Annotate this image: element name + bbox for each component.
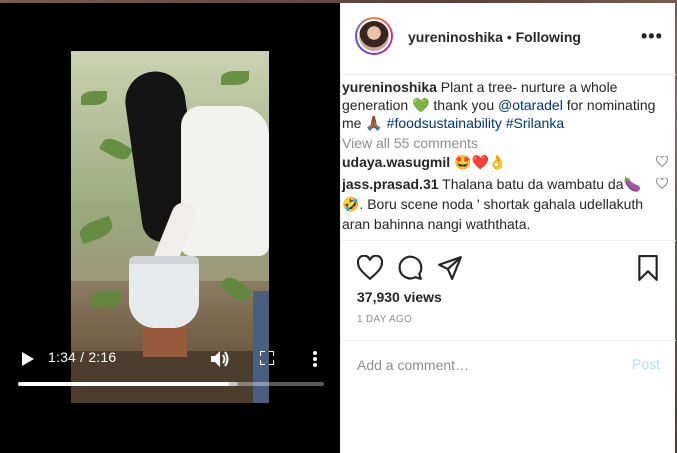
view-all-comments-link[interactable]: View all 55 comments: [342, 134, 664, 152]
video-player[interactable]: 1:34 / 2:16: [0, 3, 340, 453]
green-heart-emoji: 💚: [412, 97, 430, 113]
pray-emoji: 🙏🏾: [365, 115, 383, 131]
comments-section: yureninoshika Plant a tree- nurture a wh…: [341, 75, 676, 241]
avatar[interactable]: [355, 17, 393, 55]
video-time: 1:34 / 2:16: [48, 349, 117, 365]
avatar-image: [359, 21, 389, 51]
volume-icon[interactable]: [210, 350, 230, 368]
comment-input[interactable]: [357, 355, 617, 375]
header-user-line: yureninoshika • Following: [408, 29, 581, 45]
video-controls: 1:34 / 2:16: [0, 339, 340, 403]
caption-text: thank you: [429, 97, 498, 113]
header-username[interactable]: yureninoshika: [408, 29, 503, 45]
paper-plane-icon[interactable]: [437, 255, 463, 281]
add-comment-bar: Post: [341, 341, 676, 391]
post-comment-button[interactable]: Post: [632, 356, 660, 372]
hashtag-link[interactable]: #Srilanka: [506, 115, 564, 131]
white-pot: [129, 256, 199, 328]
leaf: [221, 71, 249, 85]
post-actions: 37,930 views 1 DAY AGO: [341, 241, 676, 341]
header-separator: •: [506, 29, 512, 45]
comment-like-heart-icon[interactable]: [656, 156, 668, 167]
post-sidebar: yureninoshika • Following ••• yureninosh…: [340, 3, 676, 453]
mention-link[interactable]: @otaradel: [498, 97, 563, 113]
post-caption: yureninoshika Plant a tree- nurture a wh…: [342, 78, 664, 132]
video-progress-bar[interactable]: [18, 382, 324, 386]
video-progress-fill: [18, 382, 230, 386]
bookmark-icon[interactable]: [635, 255, 661, 281]
comment-text: 🤩❤️👌: [450, 154, 507, 170]
post-timestamp[interactable]: 1 DAY AGO: [357, 314, 412, 325]
comment-item: udaya.wasugmil 🤩❤️👌: [342, 152, 668, 172]
speech-bubble-icon[interactable]: [397, 255, 423, 281]
comment-item: jass.prasad.31 Thalana batu da wambatu d…: [342, 174, 668, 234]
caption-username[interactable]: yureninoshika: [342, 79, 437, 95]
heart-icon[interactable]: [357, 255, 383, 281]
post-header: yureninoshika • Following •••: [341, 3, 676, 75]
person-shirt: [181, 106, 269, 256]
view-count[interactable]: 37,930 views: [357, 289, 442, 305]
comment-like-heart-icon[interactable]: [656, 178, 668, 189]
follow-status-button[interactable]: Following: [516, 29, 581, 45]
more-options-icon[interactable]: •••: [641, 27, 663, 45]
more-options-vertical-icon[interactable]: [312, 350, 318, 368]
leaf: [91, 291, 121, 307]
comment-username[interactable]: jass.prasad.31: [342, 176, 439, 192]
avatar-inner: [357, 19, 391, 53]
comment-username[interactable]: udaya.wasugmil: [342, 154, 450, 170]
play-icon[interactable]: [20, 352, 34, 366]
post-modal: 1:34 / 2:16 yureninoshika • Following ••…: [0, 3, 676, 453]
hashtag-link[interactable]: #foodsustainability: [387, 115, 502, 131]
fullscreen-icon[interactable]: [260, 351, 274, 365]
leaf: [81, 91, 107, 105]
